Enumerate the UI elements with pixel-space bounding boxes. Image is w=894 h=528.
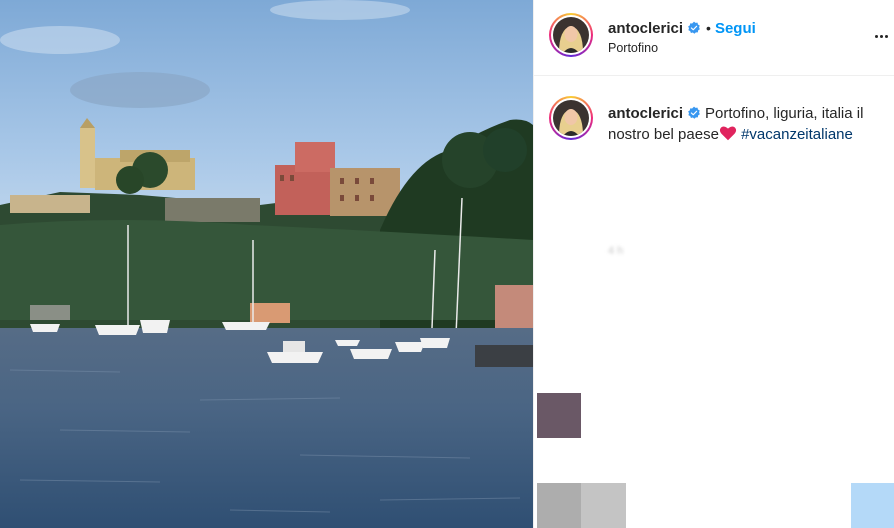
redacted-block xyxy=(851,483,894,528)
portofino-photo xyxy=(0,0,533,528)
verified-badge-icon xyxy=(688,106,700,119)
caption-avatar[interactable] xyxy=(549,96,593,140)
redacted-block xyxy=(537,483,581,528)
post-photo[interactable] xyxy=(0,0,533,528)
post-username[interactable]: antoclerici xyxy=(608,20,683,37)
separator-dot: • xyxy=(706,20,711,36)
post-side-panel: antoclerici • Segui Portofino antocleric… xyxy=(533,0,894,528)
hashtag-link[interactable]: #vacanzeitaliane xyxy=(741,126,853,143)
avatar-image xyxy=(553,100,589,136)
avatar-image xyxy=(553,17,589,53)
post-location[interactable]: Portofino xyxy=(608,41,756,55)
caption-username[interactable]: antoclerici xyxy=(608,105,683,122)
post-header: antoclerici • Segui Portofino xyxy=(534,0,894,76)
post-timestamp: 4 h xyxy=(608,245,624,257)
redacted-block xyxy=(537,393,581,438)
follow-button[interactable]: Segui xyxy=(715,20,756,37)
avatar[interactable] xyxy=(549,13,593,57)
redacted-block xyxy=(581,483,626,528)
caption-text-block: antoclerici Portofino, liguria, italia i… xyxy=(608,103,878,145)
more-options-icon[interactable] xyxy=(871,26,891,46)
verified-badge-icon xyxy=(688,21,700,34)
heart-emoji-icon xyxy=(719,126,737,141)
